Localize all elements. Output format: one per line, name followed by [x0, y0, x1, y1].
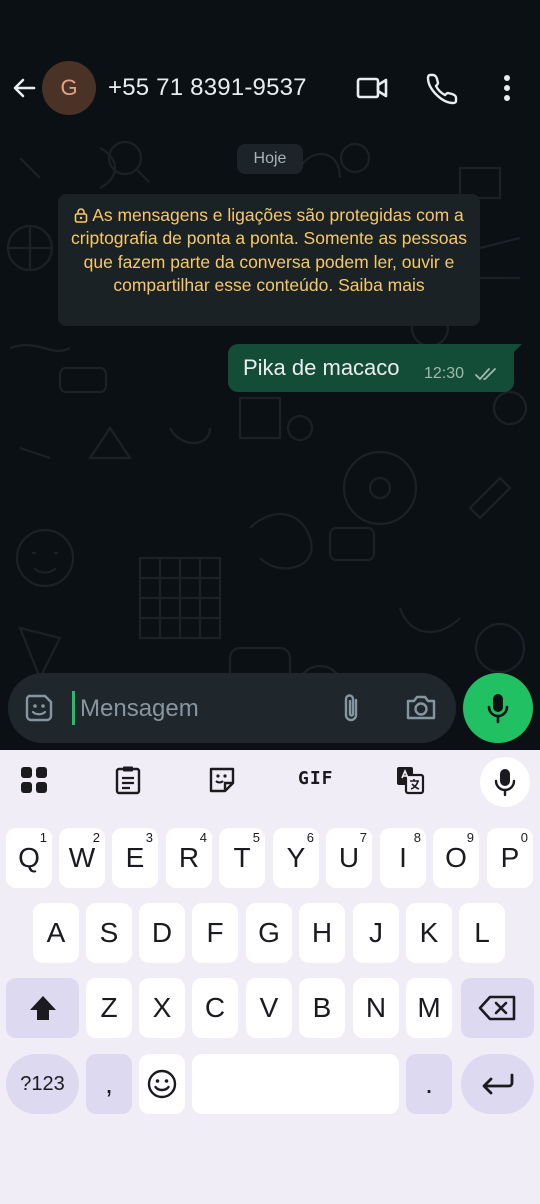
key-m[interactable]: M [406, 978, 452, 1038]
key-label: W [68, 842, 96, 873]
virtual-keyboard: GIF Q1 W2 E3 R4 T5 Y6 U7 I8 O9 P0 A S D … [0, 750, 540, 1204]
video-call-icon[interactable] [354, 70, 390, 106]
emoji-key[interactable] [139, 1054, 185, 1114]
key-a[interactable]: A [33, 903, 79, 963]
enter-key[interactable] [461, 1054, 534, 1114]
key-e[interactable]: E3 [112, 828, 158, 888]
more-options-icon[interactable] [489, 70, 525, 106]
voice-message-button[interactable] [463, 673, 533, 743]
attach-icon[interactable] [338, 691, 364, 725]
key-k[interactable]: K [406, 903, 452, 963]
microphone-icon [487, 694, 509, 724]
message-text: Pika de macaco [243, 355, 400, 380]
emoji-sticker-icon[interactable] [23, 692, 55, 724]
chat-area[interactable]: Hoje As mensagens e ligações são protegi… [0, 128, 540, 750]
key-label: O [445, 842, 467, 873]
chat-header: G +55 71 8391-9537 [0, 50, 540, 128]
enter-icon [482, 1073, 513, 1095]
key-r[interactable]: R4 [166, 828, 212, 888]
key-d[interactable]: D [139, 903, 185, 963]
key-label: R [178, 842, 200, 873]
shift-icon [29, 996, 56, 1020]
key-hint: 2 [92, 830, 100, 845]
key-label: Y [286, 842, 306, 873]
key-h[interactable]: H [299, 903, 345, 963]
key-s[interactable]: S [86, 903, 132, 963]
keyboard-mic-icon [494, 769, 516, 797]
period-key[interactable]: . [406, 1054, 452, 1114]
key-hint: 4 [199, 830, 207, 845]
space-key[interactable] [192, 1054, 399, 1114]
key-b[interactable]: B [299, 978, 345, 1038]
contact-name[interactable]: +55 71 8391-9537 [108, 74, 307, 102]
apps-grid-icon[interactable] [18, 764, 50, 796]
key-label: U [338, 842, 360, 873]
avatar-letter: G [60, 75, 78, 100]
message-composer [8, 673, 456, 743]
key-label: E [125, 842, 145, 873]
key-j[interactable]: J [353, 903, 399, 963]
bubble-tail [510, 344, 522, 356]
key-x[interactable]: X [139, 978, 185, 1038]
translate-icon[interactable] [394, 764, 426, 796]
key-hint: 0 [520, 830, 528, 845]
symbols-key[interactable]: ?123 [6, 1054, 79, 1114]
gif-button[interactable]: GIF [298, 768, 338, 800]
back-arrow-icon[interactable] [8, 72, 40, 104]
key-hint: 9 [466, 830, 474, 845]
backspace-icon [478, 995, 515, 1021]
message-bubble-outgoing[interactable]: Pika de macaco 12:30 [228, 344, 522, 392]
backspace-key[interactable] [461, 978, 534, 1038]
key-label: P [500, 842, 520, 873]
message-input[interactable] [80, 691, 320, 727]
key-p[interactable]: P0 [487, 828, 533, 888]
status-bar [0, 0, 540, 50]
key-o[interactable]: O9 [433, 828, 479, 888]
key-v[interactable]: V [246, 978, 292, 1038]
lock-icon [74, 208, 88, 223]
double-check-icon [475, 368, 496, 381]
key-q[interactable]: Q1 [6, 828, 52, 888]
key-hint: 1 [39, 830, 47, 845]
keyboard-voice-button[interactable] [480, 757, 530, 807]
key-label: T [233, 842, 251, 873]
key-i[interactable]: I8 [380, 828, 426, 888]
emoji-icon [147, 1069, 177, 1099]
key-hint: 3 [145, 830, 153, 845]
date-chip: Hoje [237, 144, 303, 174]
key-c[interactable]: C [192, 978, 238, 1038]
encryption-notice[interactable]: As mensagens e ligações são protegidas c… [58, 194, 480, 326]
key-hint: 7 [359, 830, 367, 845]
key-hint: 5 [252, 830, 260, 845]
key-l[interactable]: L [459, 903, 505, 963]
sticker-icon[interactable] [206, 764, 238, 796]
key-hint: 8 [413, 830, 421, 845]
key-g[interactable]: G [246, 903, 292, 963]
key-label: Q [18, 842, 40, 873]
key-u[interactable]: U7 [326, 828, 372, 888]
contact-avatar[interactable]: G [42, 61, 96, 115]
camera-icon[interactable] [404, 692, 438, 722]
voice-call-icon[interactable] [425, 70, 461, 106]
message-time: 12:30 [424, 365, 465, 382]
comma-key[interactable]: , [86, 1054, 132, 1114]
key-w[interactable]: W2 [59, 828, 105, 888]
key-n[interactable]: N [353, 978, 399, 1038]
text-cursor [72, 691, 75, 725]
clipboard-icon[interactable] [112, 764, 144, 796]
shift-key[interactable] [6, 978, 79, 1038]
key-f[interactable]: F [192, 903, 238, 963]
key-y[interactable]: Y6 [273, 828, 319, 888]
key-label: I [399, 842, 407, 873]
encryption-notice-text: As mensagens e ligações são protegidas c… [71, 205, 467, 296]
key-hint: 6 [306, 830, 314, 845]
key-t[interactable]: T5 [219, 828, 265, 888]
key-z[interactable]: Z [86, 978, 132, 1038]
keyboard-toolbar: GIF [0, 750, 540, 814]
